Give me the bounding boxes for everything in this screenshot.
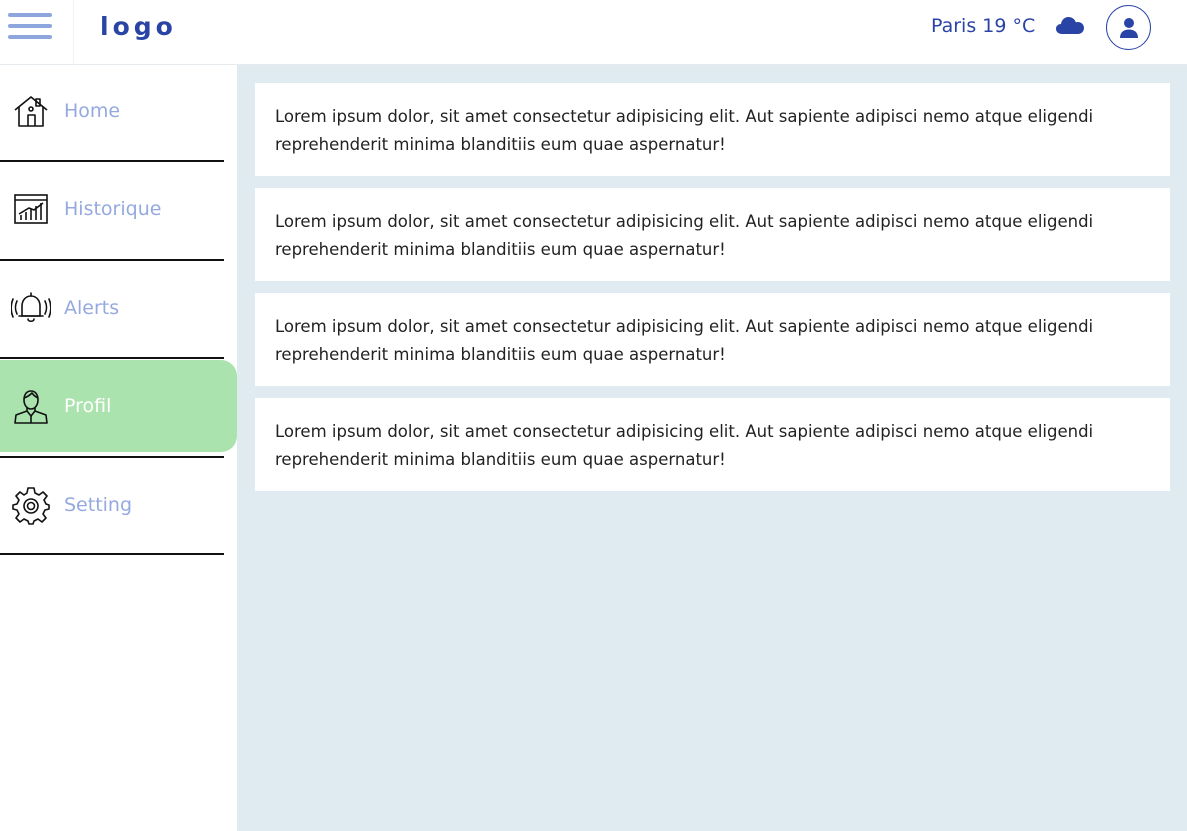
sidebar-item-profil[interactable]: Profil: [0, 360, 237, 452]
hamburger-icon[interactable]: [8, 13, 53, 43]
sidebar-item-label: Historique: [64, 198, 162, 220]
divider: [0, 259, 224, 261]
chart-icon: [11, 189, 51, 229]
weather-text: Paris 19 °C: [931, 15, 1036, 37]
user-avatar-button[interactable]: [1106, 5, 1151, 50]
cloud-icon: [1055, 14, 1085, 38]
sidebar-item-label: Profil: [64, 395, 112, 417]
divider: [0, 553, 224, 555]
content-card: Lorem ipsum dolor, sit amet consectetur …: [255, 398, 1170, 491]
user-icon: [1119, 17, 1138, 38]
sidebar-item-label: Home: [64, 100, 121, 122]
bell-icon: [11, 288, 51, 328]
logo[interactable]: logo: [100, 12, 177, 41]
sidebar-item-label: Alerts: [64, 297, 120, 319]
sidebar-item-label: Setting: [64, 494, 133, 516]
sidebar: Home Historique Alerts Profil Setting: [0, 65, 237, 831]
content-card: Lorem ipsum dolor, sit amet consectetur …: [255, 83, 1170, 176]
sidebar-item-historique[interactable]: Historique: [0, 163, 237, 255]
sidebar-item-home[interactable]: Home: [0, 65, 237, 157]
divider: [0, 456, 224, 458]
sidebar-item-alerts[interactable]: Alerts: [0, 262, 237, 354]
sidebar-item-setting[interactable]: Setting: [0, 459, 237, 551]
content-card: Lorem ipsum dolor, sit amet consectetur …: [255, 293, 1170, 386]
content-card: Lorem ipsum dolor, sit amet consectetur …: [255, 188, 1170, 281]
home-icon: [11, 91, 51, 131]
divider: [0, 160, 224, 162]
gear-icon: [11, 485, 51, 525]
main-content: Lorem ipsum dolor, sit amet consectetur …: [237, 65, 1187, 831]
top-bar: logo Paris 19 °C: [0, 0, 1187, 65]
profile-icon: [11, 386, 51, 426]
logo-divider: [73, 0, 74, 65]
divider: [0, 357, 224, 359]
